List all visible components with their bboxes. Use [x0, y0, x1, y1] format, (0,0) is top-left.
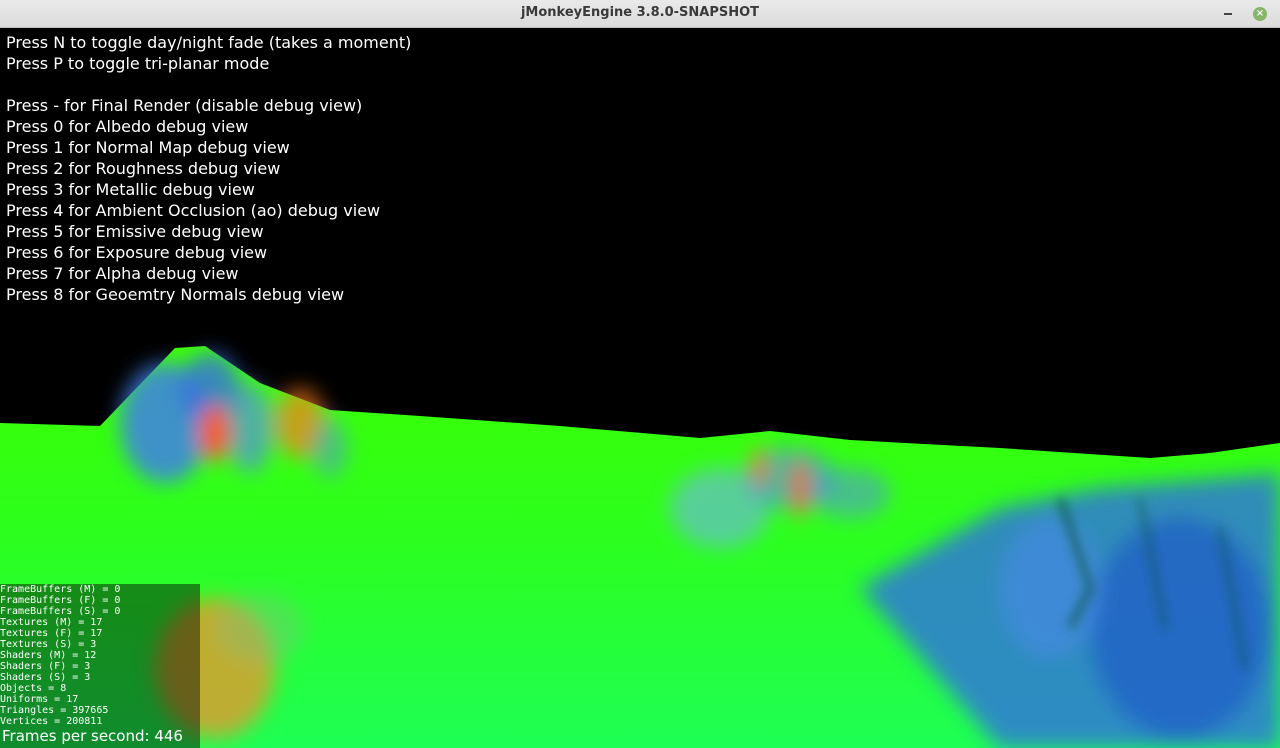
hud-line: Press N to toggle day/night fade (takes …	[6, 33, 412, 52]
fps-counter: Frames per second: 446	[2, 727, 183, 745]
stat-line: FrameBuffers (M) = 0	[0, 584, 121, 595]
hud-line: Press 6 for Exposure debug view	[6, 243, 268, 262]
stat-line: Shaders (F) = 3	[0, 661, 91, 672]
hud-line: Press 2 for Roughness debug view	[6, 159, 281, 178]
stat-line: Vertices = 200811	[0, 716, 103, 727]
stat-line: Uniforms = 17	[0, 694, 79, 705]
window-titlebar[interactable]: jMonkeyEngine 3.8.0-SNAPSHOT ×	[0, 0, 1280, 28]
hud-line: Press - for Final Render (disable debug …	[6, 96, 363, 115]
stat-line: Objects = 8	[0, 683, 67, 694]
minimize-icon	[1224, 13, 1232, 15]
stat-line: FrameBuffers (S) = 0	[0, 606, 121, 617]
minimize-button[interactable]	[1218, 4, 1238, 24]
hud-line: Press 7 for Alpha debug view	[6, 264, 239, 283]
stats-panel: FrameBuffers (M) = 0 FrameBuffers (F) = …	[0, 584, 200, 748]
close-button[interactable]: ×	[1250, 4, 1270, 24]
hud-line: Press 4 for Ambient Occlusion (ao) debug…	[6, 201, 381, 220]
hud-instructions: Press N to toggle day/night fade (takes …	[6, 32, 411, 305]
stat-line: FrameBuffers (F) = 0	[0, 595, 121, 606]
hud-line: Press 5 for Emissive debug view	[6, 222, 264, 241]
hud-line: Press 3 for Metallic debug view	[6, 180, 255, 199]
stat-line: Textures (S) = 3	[0, 639, 97, 650]
stat-line: Textures (M) = 17	[0, 617, 103, 628]
window-title: jMonkeyEngine 3.8.0-SNAPSHOT	[520, 5, 760, 20]
close-icon: ×	[1253, 7, 1267, 21]
hud-line: Press 0 for Albedo debug view	[6, 117, 249, 136]
stats-list: FrameBuffers (M) = 0 FrameBuffers (F) = …	[0, 584, 120, 727]
hud-line: Press P to toggle tri-planar mode	[6, 54, 270, 73]
hud-line: Press 8 for Geoemtry Normals debug view	[6, 285, 345, 304]
stat-line: Triangles = 397665	[0, 705, 109, 716]
stat-line: Textures (F) = 17	[0, 628, 103, 639]
render-viewport[interactable]: Press N to toggle day/night fade (takes …	[0, 28, 1280, 748]
hud-line	[6, 74, 411, 95]
stat-line: Shaders (S) = 3	[0, 672, 91, 683]
stat-line: Shaders (M) = 12	[0, 650, 97, 661]
hud-line: Press 1 for Normal Map debug view	[6, 138, 290, 157]
